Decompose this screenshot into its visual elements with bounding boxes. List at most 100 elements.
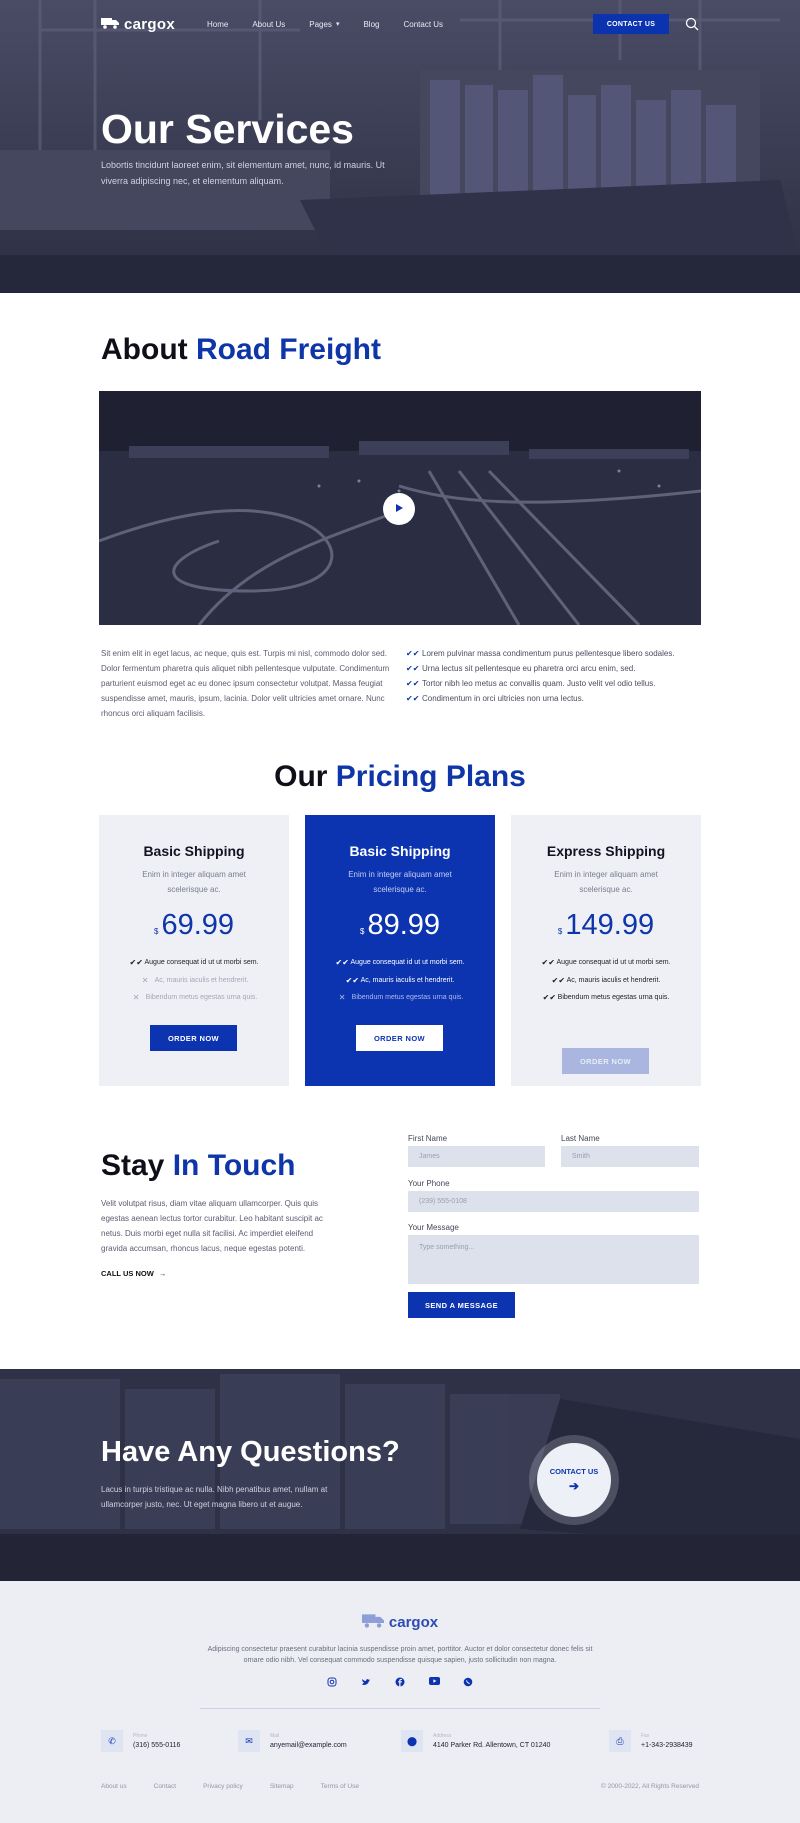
twitter-icon[interactable] <box>349 1677 383 1687</box>
truck-icon <box>101 16 119 33</box>
instagram-icon[interactable] <box>315 1677 349 1687</box>
double-check-icon: ✔✔ <box>406 649 420 658</box>
contact-us-button[interactable]: CONTACT US <box>593 14 669 34</box>
plan-feature-disabled: ✕ Bibendum metus egestas urna quis. <box>99 989 289 1007</box>
nav-links: Home About Us Pages ▾ Blog Contact Us <box>207 20 467 29</box>
message-textarea[interactable]: Type something... <box>408 1235 699 1284</box>
checklist-item-text: Lorem pulvinar massa condimentum purus p… <box>422 649 675 658</box>
questions-section: Have Any Questions? Lacus in turpis tris… <box>0 1369 800 1581</box>
footer-link-privacy[interactable]: Privacy policy <box>203 1783 243 1790</box>
footer-brand-name: cargox <box>388 1614 439 1631</box>
phone-icon: ✆ <box>101 1730 123 1752</box>
mail-icon: ✉ <box>238 1730 260 1752</box>
footer-brand-logo[interactable]: cargox <box>0 1613 800 1632</box>
plan-features: ✔✔ Augue consequat id ut ut morbi sem. ✔✔… <box>305 954 495 1007</box>
contact-info-value[interactable]: (316) 555-0116 <box>133 1742 180 1749</box>
footer-link-terms[interactable]: Terms of Use <box>321 1783 359 1790</box>
nav-link-about[interactable]: About Us <box>252 20 285 29</box>
first-name-label: First Name <box>408 1134 448 1143</box>
contact-us-circle-button[interactable]: CONTACT US ➔ <box>537 1443 611 1517</box>
plan-feature-text: Augue consequat id ut ut morbi sem. <box>556 959 671 966</box>
last-name-input[interactable]: Smith <box>561 1146 699 1167</box>
plan-feature: ✔✔ Ac, mauris iaculis et hendrerit. <box>511 972 701 990</box>
footer-link-about[interactable]: About us <box>101 1783 127 1790</box>
plan-feature-disabled: ✕ Ac, mauris iaculis et hendrerit. <box>99 972 289 990</box>
plan-feature: ✔✔ Augue consequat id ut ut morbi sem. <box>99 954 289 972</box>
hero-section: cargox Home About Us Pages ▾ Blog Contact… <box>0 0 800 293</box>
message-label: Your Message <box>408 1223 459 1232</box>
chevron-down-icon: ▾ <box>335 21 340 28</box>
contact-us-circle-label: CONTACT US <box>549 1467 599 1476</box>
contact-info-label: Fax <box>641 1733 650 1739</box>
checklist-item: ✔✔ Condimentum in orci ultricies non urna… <box>406 691 706 706</box>
top-nav: cargox Home About Us Pages ▾ Blog Contact… <box>101 14 699 34</box>
double-check-icon: ✔✔ <box>406 679 420 688</box>
currency-symbol: $ <box>359 927 365 936</box>
contact-info-value[interactable]: anyemail@example.com <box>270 1742 347 1749</box>
plan-feature-disabled: ✕ Bibendum metus egestas urna quis. <box>305 989 495 1007</box>
x-icon: ✕ <box>132 993 140 1002</box>
checklist-item: ✔✔ Urna lectus sit pellentesque eu pharet… <box>406 661 706 676</box>
video-player[interactable] <box>99 391 701 625</box>
plan-price: $149.99 <box>511 909 701 942</box>
nav-link-pages-label: Pages <box>309 19 332 29</box>
whatsapp-icon[interactable] <box>451 1677 485 1687</box>
last-name-label: Last Name <box>561 1134 600 1143</box>
nav-link-home[interactable]: Home <box>207 20 228 29</box>
plan-name: Basic Shipping <box>349 843 451 859</box>
footer-bottom-bar: About us Contact Privacy policy Sitemap … <box>101 1783 699 1790</box>
brand-name: cargox <box>124 15 175 33</box>
checklist-item-text: Condimentum in orci ultricies non urna l… <box>422 694 584 703</box>
nav-link-pages[interactable]: Pages ▾ <box>309 20 339 29</box>
pricing-heading: Our Pricing Plans <box>0 760 800 794</box>
plan-feature-text: Bibendum metus egestas urna quis. <box>145 994 258 1001</box>
send-message-button[interactable]: SEND A MESSAGE <box>408 1292 515 1318</box>
play-icon <box>394 500 404 518</box>
order-now-button[interactable]: ORDER NOW <box>356 1025 443 1051</box>
footer-link-contact[interactable]: Contact <box>154 1783 176 1790</box>
order-now-button[interactable]: ORDER NOW <box>150 1025 237 1051</box>
contact-info-value: +1-343-2938439 <box>641 1742 693 1749</box>
contact-heading-plain: Stay <box>101 1149 173 1182</box>
plan-feature: ✔✔ Augue consequat id ut ut morbi sem. <box>305 954 495 972</box>
plan-features: ✔✔ Augue consequat id ut ut morbi sem. ✔✔… <box>511 954 701 1007</box>
checklist-item: ✔✔ Lorem pulvinar massa condimentum purus… <box>406 646 706 661</box>
pricing-card-featured: Basic Shipping Enim in integer aliquam a… <box>305 815 495 1086</box>
double-check-icon: ✔✔ <box>129 958 143 967</box>
contact-heading-accent: In Touch <box>172 1149 296 1182</box>
plan-price: $69.99 <box>99 909 289 942</box>
double-check-icon: ✔✔ <box>541 958 555 967</box>
contact-heading: Stay In Touch <box>101 1149 295 1183</box>
pricing-heading-plain: Our <box>274 760 336 793</box>
x-icon: ✕ <box>338 993 346 1002</box>
phone-input[interactable]: (239) 555-0108 <box>408 1191 699 1212</box>
search-icon[interactable] <box>685 17 699 31</box>
nav-link-contact[interactable]: Contact Us <box>403 20 443 29</box>
double-check-icon: ✔✔ <box>542 993 557 1002</box>
youtube-icon[interactable] <box>417 1677 451 1687</box>
brand-logo[interactable]: cargox <box>101 16 175 33</box>
contact-info-phone: ✆ Phone (316) 555-0116 <box>101 1730 180 1752</box>
plan-feature-text: Bibendum metus egestas urna quis. <box>351 994 464 1001</box>
plan-feature-text: Augue consequat id ut ut morbi sem. <box>350 959 465 966</box>
facebook-icon[interactable] <box>383 1677 417 1687</box>
arrow-right-icon: ➔ <box>568 1479 580 1493</box>
order-now-button[interactable]: ORDER NOW <box>562 1048 649 1074</box>
plan-feature-text: Ac, mauris iaculis et hendrerit. <box>154 976 249 984</box>
call-us-link[interactable]: CALL US NOW → <box>101 1269 166 1278</box>
page-title: Our Services <box>101 106 354 152</box>
contact-info-mail: ✉ Mail anyemail@example.com <box>238 1730 347 1752</box>
footer-link-sitemap[interactable]: Sitemap <box>270 1783 294 1790</box>
plan-price: $89.99 <box>305 909 495 942</box>
phone-label: Your Phone <box>408 1179 450 1188</box>
first-name-input[interactable]: James <box>408 1146 545 1167</box>
play-button[interactable] <box>383 493 415 525</box>
plan-feature-text: Bibendum metus egestas urna quis. <box>557 994 670 1001</box>
questions-paragraph: Lacus in turpis tristique ac nulla. Nibh… <box>101 1485 328 1509</box>
plan-feature-text: Ac, mauris iaculis et hendrerit. <box>360 976 455 984</box>
call-us-label: CALL US NOW <box>101 1269 154 1278</box>
double-check-icon: ✔✔ <box>345 975 360 985</box>
nav-link-blog[interactable]: Blog <box>363 20 379 29</box>
plan-feature-text: Augue consequat id ut ut morbi sem. <box>144 959 259 966</box>
plan-name: Express Shipping <box>546 843 666 859</box>
